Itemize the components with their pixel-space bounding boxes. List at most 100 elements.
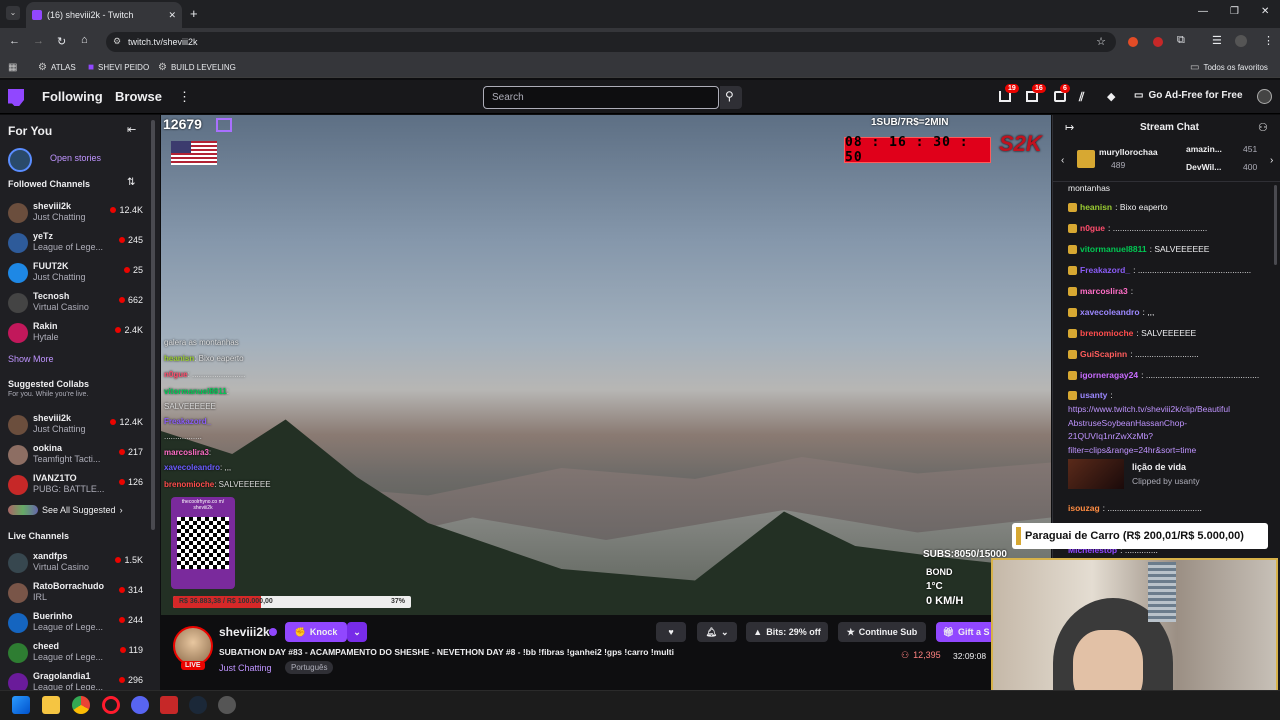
extension-icon[interactable] [1153,37,1163,47]
chevron-left-icon[interactable]: ‹ [1061,155,1064,166]
channel-viewers: 662 [118,295,143,305]
chevron-right-icon[interactable]: › [1270,155,1273,166]
sort-icon[interactable]: ⇅ [127,177,135,188]
bookmark-atlas[interactable]: ⚙ ATLAS [38,62,76,73]
steam-icon[interactable] [189,696,207,714]
windows-start-icon[interactable] [12,696,30,714]
chat-username[interactable]: xavecoleandro [1080,307,1140,317]
chat-username[interactable]: usanty [1080,390,1107,400]
tab-close-icon[interactable]: ✕ [168,10,176,21]
sidebar-channel[interactable]: sheviii2k Just Chatting 12.4K [8,413,146,441]
chrome-menu-icon[interactable]: ⋮ [1263,34,1274,47]
continue-sub-button[interactable]: ★ Continue Sub [838,622,926,642]
app-icon[interactable] [218,696,236,714]
clip-link[interactable]: https://www.twitch.tv/sheviii2k/clip/Bea… [1068,403,1273,457]
gift-sub-button[interactable]: 🎁︎ Gift a S [936,622,996,642]
sidebar-channel[interactable]: IVANZ1TO PUBG: BATTLE... 126 [8,473,146,501]
chat-username[interactable]: vitormanuel8811 [1080,244,1147,254]
sidebar-channel[interactable]: Rakin Hytale 2.4K [8,321,146,349]
crown-icon[interactable]: ◆ [1107,90,1115,103]
sidebar-channel[interactable]: Buerinho League of Lege... 244 [8,611,146,639]
tab-search-button[interactable]: ⌄ [6,6,20,20]
extensions-puzzle-icon[interactable]: ⧉ [1177,34,1185,47]
file-explorer-icon[interactable] [42,696,60,714]
bookmark-build-leveling[interactable]: ⚙ BUILD LEVELING [158,62,236,73]
sidebar-channel[interactable]: RatoBorrachudo IRL 314 [8,581,146,609]
chat-scrollbar[interactable] [1274,185,1277,265]
reload-icon[interactable]: ↻ [57,35,66,48]
apps-grid-icon[interactable]: ▦ [8,62,17,73]
sidebar-channel[interactable]: FUUT2K Just Chatting 25 [8,261,146,289]
minimize-button[interactable]: — [1198,6,1208,17]
chat-username[interactable]: Freakazord_ [1080,265,1130,275]
chat-username[interactable]: marcoslira3 [1080,286,1128,296]
top-gifter-name[interactable]: muryllorochaa [1099,147,1158,157]
chat-username[interactable]: GuiScapinn [1080,349,1127,359]
sidebar-channel[interactable]: Tecnosh Virtual Casino 662 [8,291,146,319]
gifter-name[interactable]: DevWil... [1186,162,1221,172]
live-dot-icon [118,479,125,485]
chat-username[interactable]: n0gue [1080,223,1105,233]
discord-icon[interactable] [131,696,149,714]
sidebar-channel[interactable]: yeTz League of Lege... 245 [8,231,146,259]
nav-browse[interactable]: Browse [115,89,162,104]
stories-avatar[interactable] [8,148,32,172]
go-ad-free-button[interactable]: ▭ Go Ad-Free for Free [1134,90,1243,101]
site-info-icon[interactable]: ⚙ [113,36,121,47]
obs-icon[interactable] [160,696,178,714]
chat-username[interactable]: brenomioche [1080,328,1133,338]
chat-username[interactable]: isouzag [1068,503,1100,513]
chat-username[interactable]: heanisn [1080,202,1112,212]
search-button[interactable]: ⚲ [720,86,742,109]
notifications-button[interactable]: 🔔︎ ⌄ [697,622,737,642]
opera-icon[interactable] [102,696,120,714]
browser-tab[interactable]: (16) sheviii2k - Twitch ✕ [26,2,182,28]
sidebar-channel[interactable]: cheed League of Lege... 119 [8,641,146,669]
restore-button[interactable]: ❐ [1230,6,1239,17]
reading-list-icon[interactable]: ☰ [1212,34,1222,47]
gifter-name[interactable]: amazin... [1186,144,1222,154]
sidebar-channel[interactable]: xandfps Virtual Casino 1.5K [8,551,146,579]
close-window-button[interactable]: ✕ [1261,6,1269,17]
channel-viewers: 12.4K [110,417,143,427]
follow-heart-button[interactable]: ♥ [656,622,686,642]
language-tag[interactable]: Português [285,661,334,674]
knock-dropdown-button[interactable]: ⌄ [347,622,367,642]
collapse-sidebar-icon[interactable]: ⇤ [127,123,136,136]
community-icon[interactable]: ⚇ [1258,121,1268,134]
gifter-leaderboard: ‹ muryllorochaa 489 amazin... 451 DevWil… [1053,140,1280,182]
bookmark-star-icon[interactable]: ☆ [1096,35,1106,48]
forward-icon[interactable]: → [33,35,44,47]
nav-following[interactable]: Following [42,89,103,104]
search-input[interactable]: Search [483,86,719,109]
clip-card[interactable]: lição de vida Clipped by usanty [1068,457,1273,491]
chat-username[interactable]: igorneragay24 [1080,370,1138,380]
extension-icon[interactable] [1128,37,1138,47]
open-stories-link[interactable]: Open stories [50,153,101,163]
chrome-icon[interactable] [72,696,90,714]
bits-icon[interactable]: ⫽ [1079,90,1084,105]
twitch-logo-icon[interactable] [8,89,24,106]
chat-badge-icon [1068,349,1077,359]
profile-avatar[interactable] [1235,35,1247,47]
bits-button[interactable]: ▲ Bits: 29% off [746,622,828,642]
user-avatar[interactable] [1257,89,1272,104]
more-menu-icon[interactable]: ⋮ [178,89,191,105]
show-more-link[interactable]: Show More [8,354,54,364]
new-tab-button[interactable]: + [190,6,198,21]
collapse-chat-icon[interactable]: ↦ [1065,121,1074,134]
knock-button[interactable]: ✊ Knock [285,622,347,642]
see-all-suggested-button[interactable]: See All Suggested › [8,505,123,515]
address-bar[interactable]: ⚙ twitch.tv/sheviii2k ☆ [106,32,1116,52]
video-player[interactable]: 12679 1SUB/7R$=2MIN 08 : 16 : 30 : 50 S2… [161,115,1051,615]
channel-avatar[interactable] [173,626,213,666]
home-icon[interactable]: ⌂ [81,34,88,46]
category-link[interactable]: Just Chatting [219,663,272,673]
sidebar-scrollbar[interactable] [151,120,155,530]
sidebar-channel[interactable]: ookina Teamfight Tacti... 217 [8,443,146,471]
all-bookmarks-folder[interactable]: ▭ Todos os favoritos [1190,62,1268,73]
channel-name[interactable]: sheviii2k [219,625,270,639]
back-icon[interactable]: ← [9,35,20,47]
sidebar-channel[interactable]: sheviii2k Just Chatting 12.4K [8,201,146,229]
bookmark-shevi-peido[interactable]: ■ SHEVI PEIDO [88,62,149,73]
